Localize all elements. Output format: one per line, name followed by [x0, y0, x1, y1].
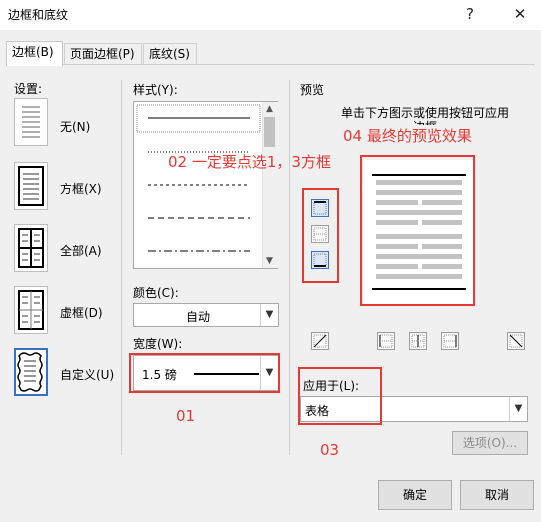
setting-box-label[interactable]: 方框(X) [60, 180, 102, 197]
column-divider [289, 80, 290, 455]
close-button[interactable]: ✕ [506, 3, 534, 25]
diagonal-down-border-button[interactable] [311, 332, 329, 350]
setting-grid-icon[interactable] [14, 286, 48, 334]
inside-vertical-border-button[interactable] [409, 332, 427, 350]
color-value: 自动 [185, 310, 210, 324]
width-label: 宽度(W): [133, 337, 183, 351]
style-heading: 样式(Y): [133, 83, 178, 97]
setting-grid-label[interactable]: 虚框(D) [60, 304, 103, 321]
setting-custom-icon[interactable] [14, 348, 48, 396]
setting-box-icon[interactable] [14, 162, 48, 210]
scroll-thumb[interactable] [264, 117, 275, 147]
chevron-down-icon[interactable]: ▼ [260, 304, 278, 326]
diagonal-up-border-button[interactable] [507, 332, 525, 350]
tab-shading[interactable]: 底纹(S) [143, 43, 197, 64]
settings-heading: 设置: [14, 82, 43, 96]
annotation-01: 01 [176, 407, 196, 425]
color-label: 颜色(C): [133, 286, 179, 300]
ok-button[interactable]: 确定 [378, 480, 452, 510]
setting-none-label[interactable]: 无(N) [60, 118, 90, 135]
options-button[interactable]: 选项(O)... [452, 431, 528, 455]
annotation-box-03 [298, 367, 382, 425]
setting-none-icon[interactable] [14, 98, 48, 146]
tab-page-border[interactable]: 页面边框(P) [64, 43, 142, 64]
right-border-button[interactable] [441, 332, 459, 350]
annotation-02: 02 一定要点选1，3方框 [168, 153, 331, 171]
tab-borders[interactable]: 边框(B) [6, 41, 63, 66]
annotation-04: 04 最终的预览效果 [341, 125, 474, 146]
chevron-down-icon[interactable]: ▼ [509, 397, 527, 421]
window-title: 边框和底纹 [8, 8, 69, 22]
annotation-box-02 [302, 188, 339, 283]
scroll-down-icon[interactable]: ▼ [262, 254, 277, 268]
preview-heading: 预览 [300, 83, 325, 97]
color-dropdown[interactable]: 自动 ▼ [133, 303, 279, 327]
left-border-button[interactable] [377, 332, 395, 350]
setting-all-icon[interactable] [14, 224, 48, 272]
annotation-box-04 [360, 155, 475, 306]
setting-custom-label[interactable]: 自定义(U) [60, 366, 114, 383]
cancel-button[interactable]: 取消 [460, 480, 534, 510]
setting-all-label[interactable]: 全部(A) [60, 242, 102, 259]
tab-strip-divider [6, 64, 535, 65]
line-style-list[interactable] [133, 101, 278, 269]
annotation-box-01 [129, 353, 280, 393]
column-divider [121, 80, 122, 455]
annotation-03: 03 [320, 441, 340, 459]
scroll-up-icon[interactable]: ▲ [262, 102, 277, 116]
help-button[interactable]: ? [456, 3, 484, 25]
